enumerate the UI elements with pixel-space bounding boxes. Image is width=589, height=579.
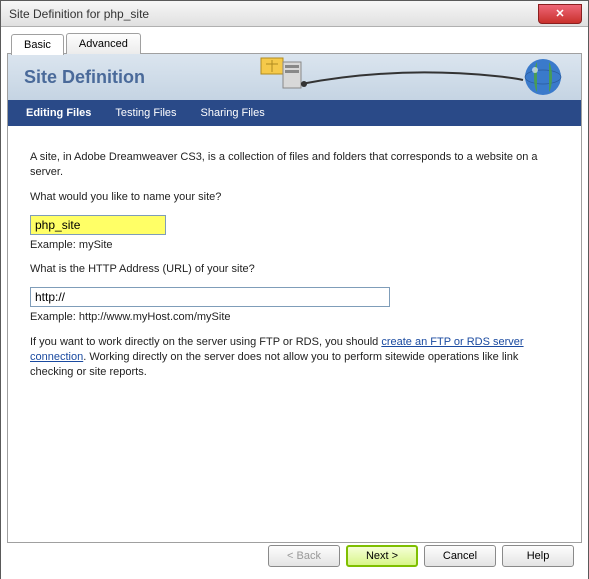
tab-advanced-label: Advanced (79, 38, 128, 50)
tab-basic-label: Basic (24, 39, 51, 51)
titlebar: Site Definition for php_site ✕ (1, 1, 588, 27)
tab-strip: Basic Advanced (7, 33, 582, 54)
window-title: Site Definition for php_site (9, 7, 149, 21)
url-input[interactable] (30, 287, 390, 307)
tab-panel: Site Definition (7, 53, 582, 543)
banner-title: Site Definition (24, 67, 145, 88)
nav-sharing-label: Sharing Files (201, 107, 265, 119)
nav-sharing-files[interactable]: Sharing Files (189, 107, 277, 119)
ftp-paragraph: If you want to work directly on the serv… (30, 335, 559, 380)
dialog-body: Basic Advanced Site Definition (1, 27, 588, 579)
help-button[interactable]: Help (502, 545, 574, 567)
next-button[interactable]: Next > (346, 545, 418, 567)
tab-advanced[interactable]: Advanced (66, 33, 141, 54)
back-button[interactable]: < Back (268, 545, 340, 567)
site-name-label: What would you like to name your site? (30, 190, 559, 205)
site-name-input[interactable] (30, 215, 166, 235)
dialog-window: Site Definition for php_site ✕ Basic Adv… (0, 0, 589, 579)
url-example: Example: http://www.myHost.com/mySite (30, 310, 559, 325)
content-area: A site, in Adobe Dreamweaver CS3, is a c… (8, 126, 581, 400)
nav-testing-label: Testing Files (115, 107, 176, 119)
banner-graphic (255, 56, 565, 98)
intro-text: A site, in Adobe Dreamweaver CS3, is a c… (30, 150, 559, 180)
button-row: < Back Next > Cancel Help (268, 545, 574, 567)
site-name-example: Example: mySite (30, 238, 559, 253)
url-label: What is the HTTP Address (URL) of your s… (30, 262, 559, 277)
ftp-text-2: . Working directly on the server does no… (30, 351, 518, 378)
cancel-button[interactable]: Cancel (424, 545, 496, 567)
nav-editing-files[interactable]: Editing Files (14, 107, 103, 119)
tab-basic[interactable]: Basic (11, 34, 64, 55)
banner: Site Definition (8, 54, 581, 100)
ftp-text-1: If you want to work directly on the serv… (30, 336, 381, 348)
nav-testing-files[interactable]: Testing Files (103, 107, 188, 119)
wizard-nav: Editing Files Testing Files Sharing File… (8, 100, 581, 126)
close-button[interactable]: ✕ (538, 4, 582, 24)
nav-editing-label: Editing Files (26, 107, 91, 119)
close-icon: ✕ (555, 7, 564, 20)
